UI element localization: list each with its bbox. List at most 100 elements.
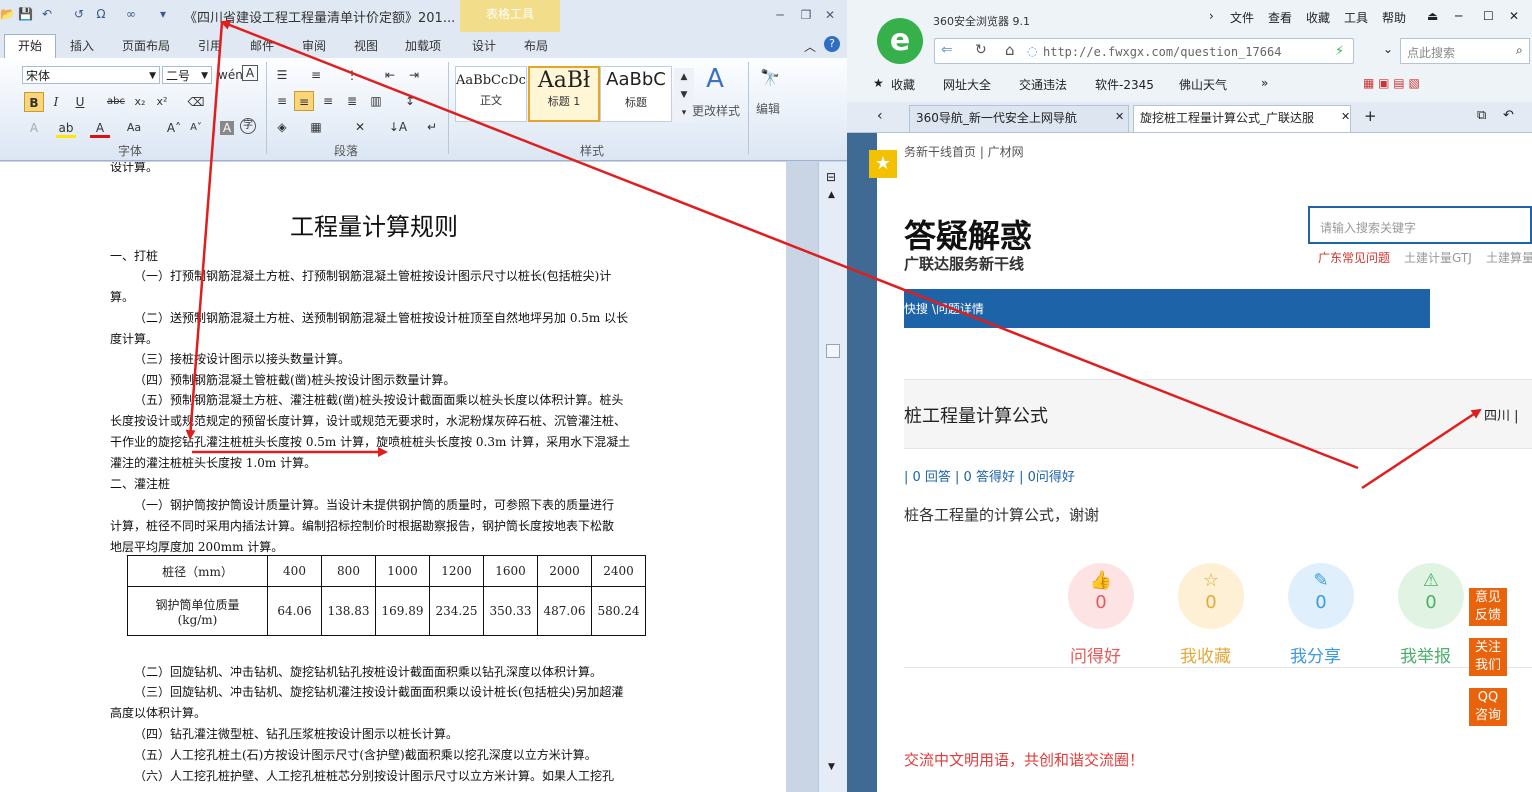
enclose-char-icon[interactable]: 字 [240, 118, 256, 134]
menu-favorites[interactable]: 收藏 [1306, 9, 1330, 26]
shrink-font-icon[interactable]: A˅ [186, 118, 206, 138]
fav-software[interactable]: 软件-2345 [1095, 76, 1154, 93]
report-button[interactable]: ⚠ 0 [1398, 563, 1464, 629]
tab-list-icon[interactable]: ⧉ [1477, 108, 1486, 123]
undo-close-icon[interactable]: ↶ [1503, 108, 1514, 123]
hotlink-suanliang[interactable]: 土建算量 [1486, 249, 1532, 266]
tab-home[interactable]: 开始 [4, 34, 56, 59]
more-favorites-icon[interactable]: » [1261, 76, 1268, 90]
justify-icon[interactable]: ≣ [342, 91, 362, 111]
new-tab-icon[interactable]: + [1364, 107, 1377, 125]
bold-button[interactable]: B [24, 92, 44, 112]
hotlink-gtj[interactable]: 土建计量GTJ [1404, 249, 1472, 266]
url-text[interactable]: http://e.fwxgx.com/question_17664 [1043, 45, 1281, 59]
home-icon[interactable]: ⌂ [1005, 41, 1015, 59]
shading-icon[interactable]: ◈ [272, 117, 292, 137]
feedback-button[interactable]: 意见 反馈 [1469, 588, 1507, 626]
favorite-label[interactable]: 我收藏 [1180, 642, 1231, 667]
site-search-input[interactable]: 请输入搜索关键字 [1308, 206, 1532, 244]
align-center-icon[interactable]: ≡ [294, 91, 314, 111]
customize-dropdown-icon[interactable]: ▾ [156, 7, 170, 21]
tab-review[interactable]: 审阅 [302, 37, 326, 54]
hotlink-guangdong[interactable]: 广东常见问题 [1318, 249, 1390, 266]
restore-icon[interactable]: ❐ [798, 8, 814, 22]
pinyin-guide-icon[interactable]: wén [218, 65, 243, 85]
collapse-ribbon-icon[interactable]: ︿ [804, 38, 816, 55]
browser-search[interactable]: 点此搜索 ⌕ [1400, 38, 1530, 64]
tab-design[interactable]: 设计 [472, 37, 496, 54]
back-icon[interactable]: ⇐ [941, 42, 953, 58]
speedup-icon[interactable]: ⚡ [1335, 44, 1344, 59]
align-left-icon[interactable]: ≡ [272, 91, 292, 111]
fav-collect[interactable]: 收藏 [891, 76, 915, 93]
scroll-up-icon[interactable]: ▲ [828, 190, 835, 200]
menu-chevron-icon[interactable]: › [1209, 9, 1214, 23]
editing-label[interactable]: 编辑 [756, 100, 780, 117]
link-icon[interactable]: ∞ [124, 7, 138, 21]
menu-file[interactable]: 文件 [1230, 9, 1254, 26]
tab-mailings[interactable]: 邮件 [250, 37, 274, 54]
style-heading1[interactable]: AaBł 标题 1 [528, 66, 600, 122]
scroll-thumb[interactable] [826, 344, 840, 358]
close-icon[interactable]: ✕ [822, 8, 838, 22]
sort-icon[interactable]: ↓A [388, 117, 408, 137]
show-marks-icon[interactable]: ↵ [422, 117, 442, 137]
style-normal[interactable]: AaBbCcDc 正文 [455, 66, 527, 122]
vertical-scrollbar[interactable]: ⊟ ▲ ▼ [818, 162, 847, 792]
change-styles-label[interactable]: 更改样式 [692, 102, 740, 119]
tab-addins[interactable]: 加载项 [405, 37, 441, 54]
char-shading-icon[interactable]: A [220, 121, 234, 135]
align-right-icon[interactable]: ≡ [318, 91, 338, 111]
font-size-combo[interactable]: 二号 ▼ [162, 66, 212, 84]
folder-icon[interactable]: 📂 [0, 7, 15, 21]
report-label[interactable]: 我举报 [1400, 642, 1451, 667]
menu-help[interactable]: 帮助 [1382, 9, 1406, 26]
fav-weather[interactable]: 佛山天气 [1179, 76, 1227, 93]
menu-tools[interactable]: 工具 [1344, 9, 1368, 26]
tab-layout[interactable]: 布局 [524, 37, 548, 54]
minimize-icon[interactable]: ─ [1455, 9, 1462, 23]
help-icon[interactable]: ? [824, 36, 840, 52]
refresh-icon[interactable]: ↻ [975, 42, 987, 58]
follow-us-button[interactable]: 关注 我们 [1469, 638, 1507, 676]
underline-button[interactable]: U [70, 92, 90, 112]
close-tab-icon[interactable]: ✕ [1115, 110, 1124, 123]
chinese-layout-icon[interactable]: ✕ [350, 117, 370, 137]
decrease-indent-icon[interactable]: ⇤ [380, 65, 400, 85]
italic-button[interactable]: I [46, 92, 66, 112]
borders-icon[interactable]: ▦ [306, 117, 326, 137]
clear-format-icon[interactable]: ⌫ [186, 92, 206, 112]
tab-fwxgx-question[interactable]: 旋挖桩工程量计算公式_广联达服 [1133, 105, 1351, 132]
skin-icon[interactable]: ⏏ [1427, 9, 1438, 23]
ask-good-label[interactable]: 问得好 [1070, 642, 1121, 667]
save-icon[interactable]: 💾 [18, 7, 33, 21]
ruler-toggle-icon[interactable]: ⊟ [826, 170, 836, 184]
tab-back-icon[interactable]: ‹ [877, 108, 883, 124]
qq-consult-button[interactable]: QQ 咨询 [1469, 688, 1507, 726]
styles-scroll-icon[interactable]: ▲ ▼ ▾ [674, 68, 694, 122]
text-effect-icon[interactable]: A [24, 118, 44, 138]
share-label[interactable]: 我分享 [1290, 642, 1341, 667]
multilevel-list-icon[interactable]: ⋮ [342, 65, 362, 85]
close-tab-icon[interactable]: ✕ [1341, 110, 1350, 123]
question-stats[interactable]: | 0 回答 | 0 答得好 | 0问得好 [904, 466, 1075, 485]
fav-navigation[interactable]: 网址大全 [943, 76, 991, 93]
address-bar[interactable]: ⇐ ↻ ⌂ ◌ http://e.fwxgx.com/question_1766… [934, 38, 1354, 64]
search-icon[interactable]: ⌕ [1516, 43, 1523, 58]
apps-icon[interactable]: ▦ ▣ ▤ ▧ [1363, 76, 1420, 90]
favorite-button[interactable]: ☆ 0 [1178, 563, 1244, 629]
tab-insert[interactable]: 插入 [70, 37, 94, 54]
ask-good-button[interactable]: 👍 0 [1068, 563, 1134, 629]
tab-page-layout[interactable]: 页面布局 [122, 37, 170, 54]
site-top-nav[interactable]: 务新干线首页 | 广材网 [904, 143, 1024, 160]
menu-view[interactable]: 查看 [1268, 9, 1292, 26]
undo-icon[interactable]: ↶ [40, 7, 54, 21]
close-icon[interactable]: ✕ [1509, 9, 1519, 23]
grow-font-icon[interactable]: A˄ [164, 118, 184, 138]
minimize-icon[interactable]: ─ [772, 8, 788, 22]
tab-references[interactable]: 引用 [198, 37, 222, 54]
omega-icon[interactable]: Ω [94, 7, 108, 21]
strikethrough-button[interactable]: abc [106, 92, 126, 112]
increase-indent-icon[interactable]: ⇥ [404, 65, 424, 85]
scroll-down-icon[interactable]: ▼ [828, 762, 835, 772]
